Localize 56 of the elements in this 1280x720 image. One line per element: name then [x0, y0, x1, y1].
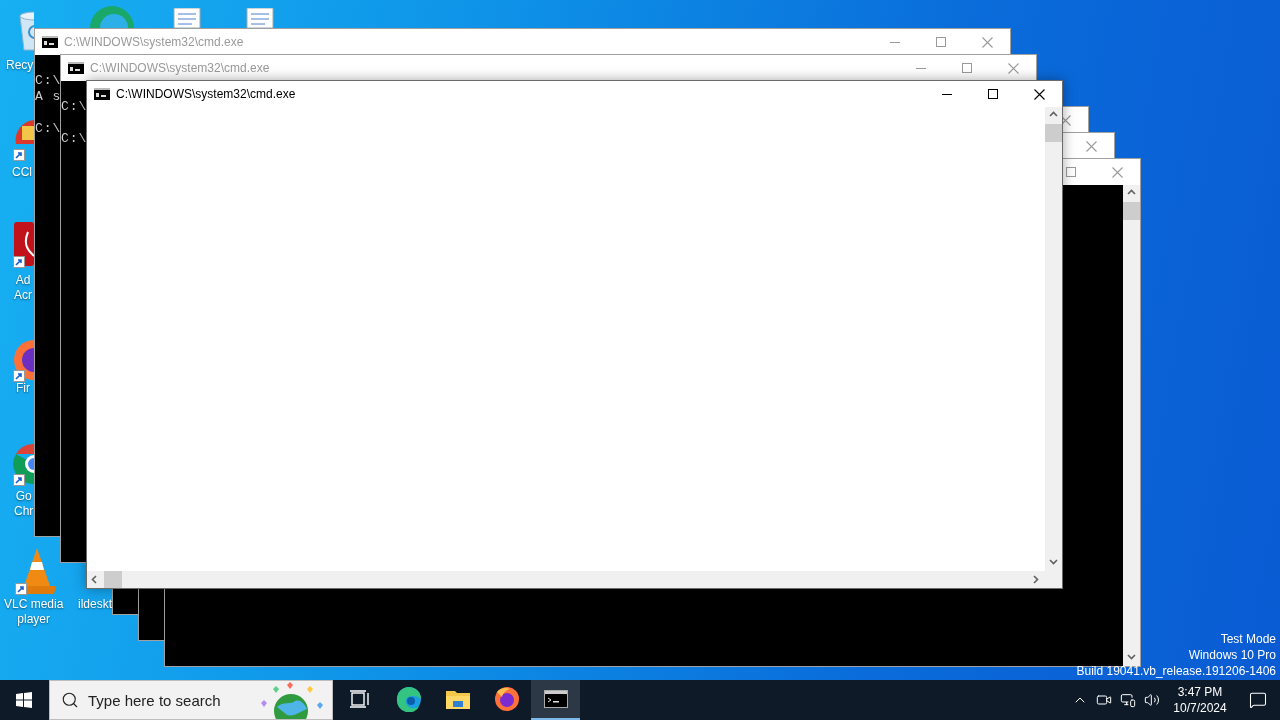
chevron-left-icon: [91, 575, 100, 584]
desktop-icon-label[interactable]: VLC media: [4, 597, 64, 612]
console-line: C:\: [61, 99, 88, 115]
vertical-scrollbar[interactable]: [1123, 185, 1140, 666]
console-line: C:\: [61, 131, 88, 147]
clock-date: 10/7/2024: [1173, 700, 1227, 716]
system-watermark-text: Windows 10 Pro: [1188, 647, 1276, 663]
desktop-icon-label[interactable]: Ad: [15, 273, 31, 288]
desktop-icon-label[interactable]: Acr: [14, 288, 32, 303]
maximize-icon[interactable]: [988, 89, 998, 99]
chevron-down-icon: [1049, 558, 1058, 567]
document-icon[interactable]: [170, 8, 204, 28]
console-line: C:\: [35, 73, 62, 89]
windows-logo-icon: [16, 692, 32, 708]
scroll-thumb[interactable]: [104, 571, 122, 588]
horizontal-scrollbar[interactable]: [87, 571, 1045, 588]
document-app-icon[interactable]: [12, 222, 34, 270]
console-line: C:\: [35, 121, 62, 136]
window-title: C:\WINDOWS\system32\cmd.exe: [90, 60, 270, 77]
scroll-thumb[interactable]: [1123, 202, 1140, 220]
scroll-thumb[interactable]: [1045, 124, 1062, 142]
terminal-icon: [42, 36, 58, 48]
vertical-scrollbar[interactable]: [1045, 107, 1062, 571]
minimize-icon[interactable]: [942, 93, 952, 95]
desktop-icon-label[interactable]: Chr: [14, 504, 34, 519]
network-icon[interactable]: [1120, 692, 1136, 708]
desktop-icon-label[interactable]: player: [17, 612, 51, 627]
camera-icon[interactable]: [1096, 692, 1112, 708]
browser-icon: [395, 686, 422, 712]
terminal-icon: [94, 88, 110, 100]
clock-time: 3:47 PM: [1177, 684, 1223, 700]
taskbar-app-button[interactable]: [531, 680, 580, 720]
close-icon[interactable]: [1033, 88, 1045, 100]
window-title: C:\WINDOWS\system32\cmd.exe: [116, 86, 296, 103]
chevron-down-icon: [1127, 653, 1136, 662]
folder-icon: [445, 689, 470, 709]
chevron-right-icon: [1032, 575, 1041, 584]
system-watermark-text: Build 19041.vb_release.191206-1406: [1076, 663, 1276, 679]
console-line: A s: [35, 89, 62, 104]
system-watermark-text: Test Mode: [1220, 631, 1276, 647]
search-field[interactable]: Type here to search: [49, 680, 333, 720]
search-icon: [61, 691, 79, 709]
desktop-icon-label[interactable]: Recy: [6, 58, 34, 73]
desktop-icon-label[interactable]: CCl: [12, 165, 32, 180]
window-title: C:\WINDOWS\system32\cmd.exe: [64, 34, 244, 51]
task-view-icon: [349, 690, 370, 708]
clock[interactable]: 3:47 PM 10/7/2024: [1164, 684, 1236, 716]
desktop-icon-label[interactable]: Go: [15, 489, 32, 504]
volume-icon[interactable]: [1144, 692, 1160, 708]
fox-browser-icon: [493, 686, 520, 712]
terminal-icon: [543, 690, 568, 708]
notification-icon: [1249, 691, 1267, 709]
cleaner-icon[interactable]: [12, 118, 34, 164]
desktop-icon-label[interactable]: ildeskt: [78, 597, 112, 612]
terminal-icon: [68, 62, 84, 74]
desktop-icon-label[interactable]: Fir: [16, 381, 30, 396]
